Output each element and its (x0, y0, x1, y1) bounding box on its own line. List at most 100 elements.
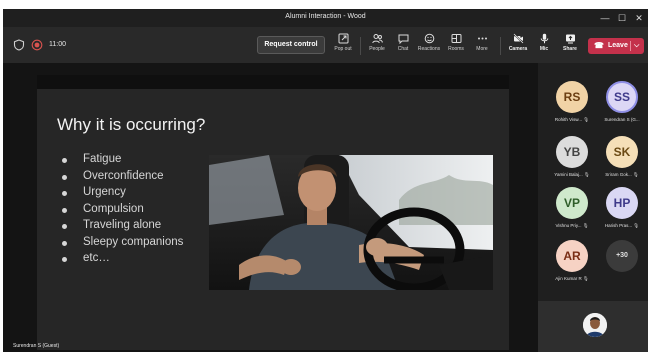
chat-icon (398, 34, 408, 44)
popout-icon (338, 33, 348, 44)
participant-tile[interactable]: HP Harish Pras... 🎙 (597, 187, 647, 235)
people-button[interactable]: People (364, 31, 390, 61)
popout-label: Pop out (334, 46, 352, 52)
participant-tile[interactable]: VP Vishnu Priy... 🎙 (547, 187, 597, 235)
avatar: HP (606, 187, 638, 219)
reactions-button[interactable]: Reactions (416, 31, 442, 61)
mic-icon (540, 33, 548, 44)
mic-muted-icon: 🎙 (633, 223, 640, 228)
mic-muted-icon: 🎙 (582, 223, 589, 228)
toolbar-divider (500, 37, 501, 55)
mic-muted-icon: 🎙 (583, 172, 590, 177)
bullet-item: etc… (62, 250, 183, 267)
share-label: Share (563, 46, 577, 52)
close-button[interactable]: ✕ (631, 11, 647, 25)
bullet-dot (62, 158, 67, 163)
participant-name: Rohith Visw... 🎙 (554, 117, 590, 122)
participant-tile[interactable]: SS Surendran S (G... (597, 81, 647, 129)
slide-bullet-list: Fatigue Overconfidence Urgency Compulsio… (62, 151, 183, 267)
bullet-item: Compulsion (62, 201, 183, 218)
bullet-text: Sleepy companions (83, 235, 184, 248)
meeting-toolbar: 11:00 Request control Pop out People Cha… (3, 27, 648, 63)
participant-name: Yamini Balaj... 🎙 (554, 172, 590, 177)
avatar: AR (556, 240, 588, 272)
window-title: Alumni Interaction - Wood (285, 13, 366, 20)
bullet-item: Urgency (62, 184, 183, 201)
bullet-dot (62, 240, 67, 246)
bullet-item: Overconfidence (62, 168, 183, 185)
avatar: SS (606, 81, 638, 113)
bullet-text: Overconfidence (83, 169, 164, 182)
bullet-item: Fatigue (62, 151, 183, 168)
presenter-name-label: Surendran S (Guest) (13, 343, 60, 349)
mic-label: Mic (539, 46, 549, 52)
participant-name: Sriram Gok... 🎙 (605, 172, 639, 177)
participants-panel: RS Rohith Visw... 🎙 SS Surendran S (G...… (538, 63, 648, 352)
more-participants-count: +30 (606, 240, 638, 272)
chevron-down-icon[interactable]: ⌵ (634, 38, 639, 54)
minimize-button[interactable]: — (597, 11, 613, 25)
meeting-timer: 11:00 (49, 41, 66, 48)
chat-button[interactable]: Chat (390, 31, 416, 61)
maximize-button[interactable]: ☐ (614, 11, 630, 25)
people-icon (371, 34, 383, 44)
mic-button[interactable]: Mic (531, 31, 557, 61)
participant-name: Ajin Kumar R 🎙 (555, 276, 589, 281)
bullet-text: Compulsion (83, 202, 144, 215)
reactions-label: Reactions (417, 46, 441, 52)
more-participants-tile[interactable]: +30 (597, 240, 647, 288)
leave-divider (630, 41, 631, 51)
participant-tile[interactable]: RS Rohith Visw... 🎙 (547, 81, 597, 129)
participant-name: Harish Pras... 🎙 (604, 223, 640, 228)
mic-muted-icon: 🎙 (583, 276, 589, 281)
rooms-label: Rooms (448, 46, 464, 52)
phone-hangup-icon: ☎ (594, 41, 604, 50)
bullet-dot (62, 207, 67, 213)
avatar: SK (606, 136, 638, 168)
camera-button[interactable]: Camera (505, 31, 531, 61)
toolbar-divider (360, 37, 361, 55)
recording-icon (31, 39, 43, 51)
participant-name: Surendran S (G... (604, 117, 640, 122)
avatar: YB (556, 136, 588, 168)
mic-muted-icon: 🎙 (633, 172, 639, 177)
bullet-dot (62, 224, 67, 229)
people-label: People (369, 46, 385, 52)
presentation-slide: Why it is occurring? Fatigue Overconfide… (37, 75, 509, 350)
participant-tile[interactable]: SK Sriram Gok... 🎙 (597, 136, 647, 184)
chat-label: Chat (397, 46, 409, 52)
more-icon (477, 37, 487, 40)
camera-off-icon (512, 33, 524, 44)
rooms-icon (451, 34, 461, 43)
slide-title: Why it is occurring? (57, 115, 206, 134)
leave-label: Leave (608, 42, 628, 49)
self-avatar (583, 313, 607, 337)
popout-button[interactable]: Pop out (330, 31, 356, 61)
avatar: VP (556, 187, 588, 219)
drowsy-driver-photo (209, 155, 493, 290)
bullet-text: Traveling alone (83, 219, 162, 231)
slide-top-band (37, 75, 509, 89)
avatar: RS (556, 81, 588, 113)
request-control-button[interactable]: Request control (257, 36, 325, 54)
share-button[interactable]: Share (557, 31, 583, 61)
more-label: More (476, 46, 488, 52)
self-view[interactable] (538, 301, 648, 352)
bullet-dot (62, 191, 67, 196)
bullet-text: Fatigue (83, 153, 122, 165)
participant-tile[interactable]: AR Ajin Kumar R 🎙 (547, 240, 597, 288)
share-icon (565, 34, 575, 44)
bullet-item: Traveling alone (62, 217, 183, 234)
rooms-button[interactable]: Rooms (443, 31, 469, 61)
bullet-text: Urgency (83, 186, 126, 198)
bullet-item: Sleepy companions (62, 234, 183, 251)
leave-button[interactable]: ☎ Leave ⌵ (588, 38, 644, 54)
camera-label: Camera (508, 46, 528, 52)
title-bar: Alumni Interaction - Wood — ☐ ✕ (3, 9, 648, 27)
more-button[interactable]: More (469, 31, 495, 61)
bullet-text: etc… (83, 252, 110, 264)
shield-icon[interactable] (13, 39, 25, 51)
participant-tile[interactable]: YB Yamini Balaj... 🎙 (547, 136, 597, 184)
reactions-icon (424, 33, 434, 44)
teams-meeting-window: Alumni Interaction - Wood — ☐ ✕ 11:00 Re… (3, 9, 648, 352)
